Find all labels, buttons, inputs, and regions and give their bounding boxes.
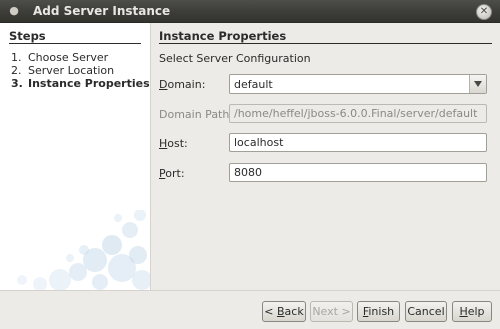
mnemonic: H [459, 305, 468, 318]
step-number: 2. [11, 64, 22, 77]
back-button[interactable]: < Back [262, 301, 306, 322]
back-text: ack [284, 305, 304, 318]
domain-label: Domain: [159, 78, 205, 91]
chevron-down-icon [474, 81, 482, 87]
port-label: Port: [159, 167, 185, 180]
add-server-dialog: ● Add Server Instance ✕ Steps 1. Choose S… [0, 0, 500, 329]
label-text: ort: [165, 167, 185, 180]
main-panel: Instance Properties Select Server Config… [151, 23, 500, 290]
panel-title: Instance Properties [159, 29, 287, 43]
mnemonic: B [277, 305, 285, 318]
step-label: Instance Properties [28, 77, 150, 90]
finish-text: inish [368, 305, 395, 318]
help-button[interactable]: Help [452, 301, 492, 322]
port-input[interactable]: 8080 [229, 163, 487, 182]
title-bar[interactable]: ● Add Server Instance ✕ [0, 0, 500, 23]
help-text: elp [467, 305, 485, 318]
next-button[interactable]: Next > [310, 301, 353, 322]
host-label: Host: [159, 137, 188, 150]
step-choose-server: 1. Choose Server [11, 51, 108, 64]
step-number: 1. [11, 51, 22, 64]
finish-button[interactable]: Finish [357, 301, 400, 322]
steps-title: Steps [9, 29, 46, 43]
step-server-location: 2. Server Location [11, 64, 114, 77]
window-title: Add Server Instance [33, 4, 171, 18]
cancel-button[interactable]: Cancel [405, 301, 447, 322]
panel-subtitle: Select Server Configuration [159, 52, 311, 65]
domain-path-field: /home/heffel/jboss-6.0.0.Final/server/de… [229, 104, 487, 123]
domain-value: default [234, 78, 273, 91]
dropdown-button[interactable] [469, 75, 486, 93]
host-input[interactable]: localhost [229, 133, 487, 152]
domain-path-label: Domain Path: [159, 108, 234, 121]
step-label: Server Location [28, 64, 115, 77]
domain-select[interactable]: default [229, 74, 487, 94]
decorative-bubbles-image [17, 210, 150, 290]
step-label: Choose Server [28, 51, 109, 64]
label-text: omain: [167, 78, 206, 91]
button-bar: < Back Next > Finish Cancel Help [0, 290, 500, 329]
step-instance-properties: 3. Instance Properties [11, 77, 150, 90]
panel-divider [159, 43, 492, 44]
step-number: 3. [11, 77, 23, 90]
back-prefix: < [264, 305, 277, 318]
close-icon[interactable]: ✕ [476, 4, 492, 20]
steps-panel: Steps 1. Choose Server 2. Server Location … [0, 23, 151, 290]
label-text: ost: [167, 137, 188, 150]
window-menu-icon[interactable]: ● [8, 5, 20, 17]
steps-divider [9, 43, 141, 44]
